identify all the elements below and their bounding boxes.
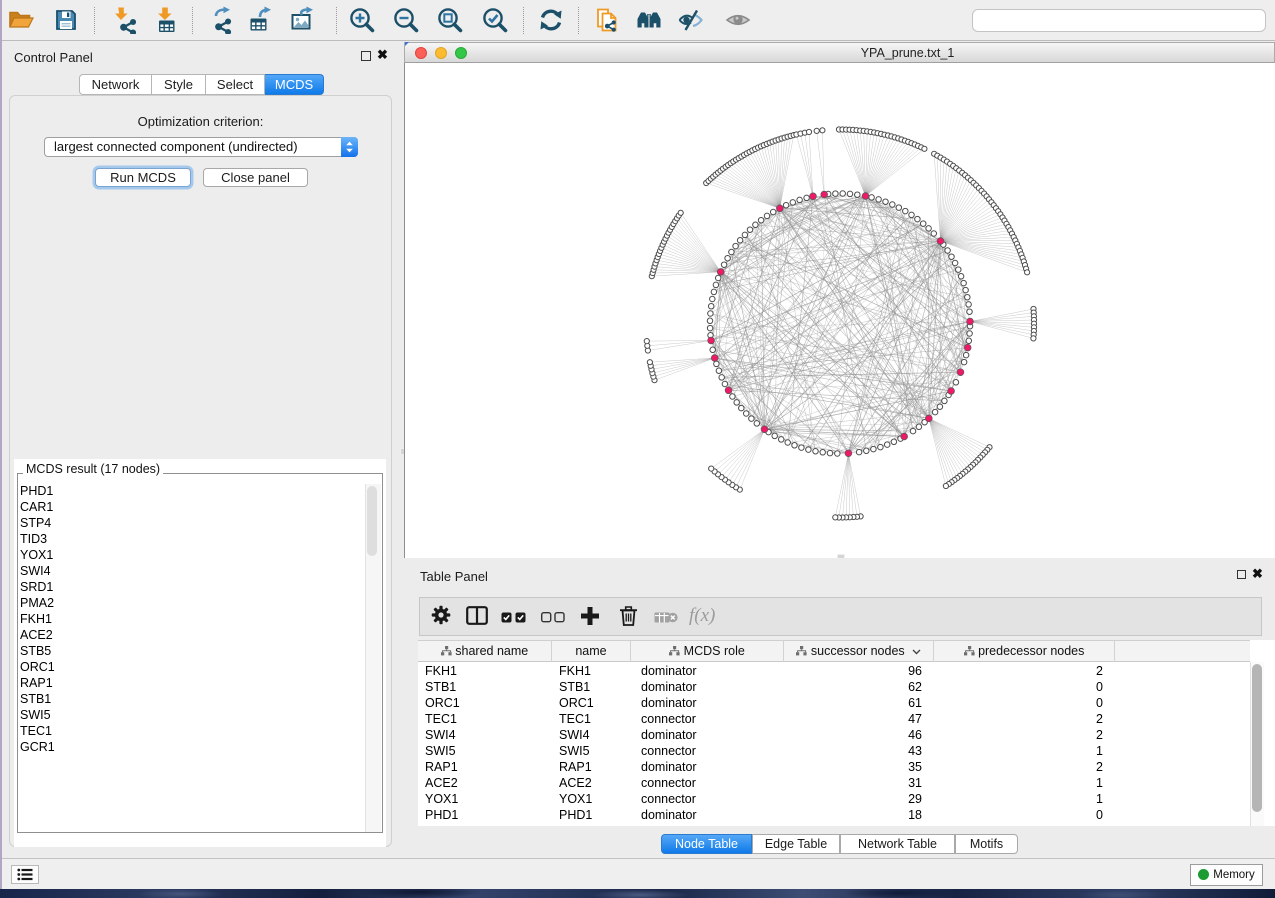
svg-text:f(x): f(x) — [689, 605, 715, 626]
